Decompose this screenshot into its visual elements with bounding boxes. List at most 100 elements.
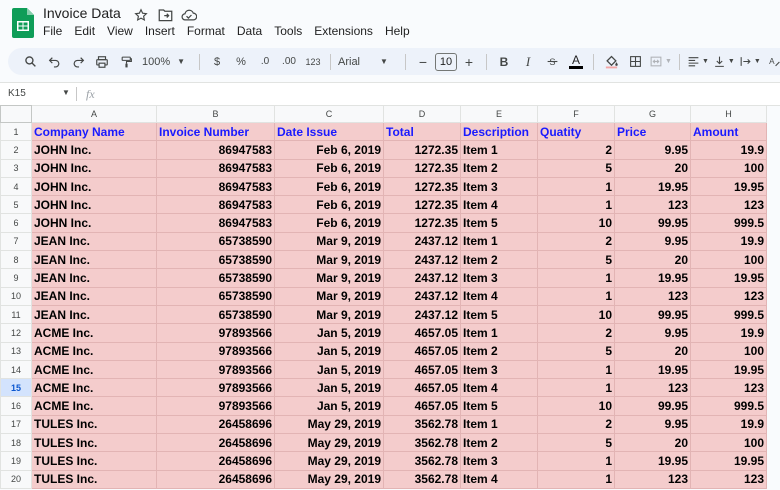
cell[interactable]: 20	[614, 250, 691, 270]
cell[interactable]: Item 4	[460, 286, 538, 306]
cell[interactable]: 2	[537, 231, 615, 252]
column-title-cell[interactable]: Amount	[690, 121, 767, 142]
cell[interactable]: Item 1	[460, 231, 538, 252]
row-header[interactable]: 2	[0, 140, 32, 160]
font-size-input[interactable]: 10	[435, 52, 457, 71]
row-header[interactable]: 19	[0, 451, 32, 471]
cell[interactable]: May 29, 2019	[274, 433, 384, 453]
cell[interactable]: 1	[537, 451, 615, 471]
cell[interactable]: 86947583	[156, 140, 275, 160]
column-header-d[interactable]: D	[383, 105, 461, 123]
cell[interactable]: JEAN Inc.	[31, 231, 157, 252]
cell[interactable]: 97893566	[156, 378, 275, 398]
cell[interactable]: JOHN Inc.	[31, 140, 157, 160]
cell[interactable]: JOHN Inc.	[31, 176, 157, 197]
cell[interactable]: 3562.78	[383, 469, 461, 489]
cell[interactable]: Item 1	[460, 414, 538, 435]
cell[interactable]: 100	[690, 250, 767, 270]
move-folder-icon[interactable]	[157, 7, 173, 23]
cell[interactable]: JOHN Inc.	[31, 158, 157, 178]
cell[interactable]: 2	[537, 323, 615, 343]
cell[interactable]: ACME Inc.	[31, 341, 157, 361]
row-header[interactable]: 16	[0, 396, 32, 416]
row-header[interactable]: 13	[0, 341, 32, 361]
row-header[interactable]: 4	[0, 176, 32, 197]
cell[interactable]: 65738590	[156, 286, 275, 306]
cell[interactable]: 19.95	[614, 176, 691, 197]
cell[interactable]: 123	[614, 469, 691, 489]
cell[interactable]: Item 3	[460, 359, 538, 380]
cell[interactable]: 19.95	[690, 176, 767, 197]
cell[interactable]: TULES Inc.	[31, 414, 157, 435]
cell[interactable]: 2	[537, 414, 615, 435]
cell[interactable]: 1272.35	[383, 176, 461, 197]
cell[interactable]: 19.9	[690, 140, 767, 160]
cell[interactable]: 86947583	[156, 195, 275, 215]
column-header-c[interactable]: C	[274, 105, 384, 123]
menu-help[interactable]: Help	[385, 24, 410, 38]
cell[interactable]: Feb 6, 2019	[274, 195, 384, 215]
cell[interactable]: 4657.05	[383, 396, 461, 416]
cell[interactable]: ACME Inc.	[31, 323, 157, 343]
cell[interactable]: 5	[537, 158, 615, 178]
cell[interactable]: TULES Inc.	[31, 451, 157, 471]
column-header-f[interactable]: F	[537, 105, 615, 123]
cell[interactable]: Jan 5, 2019	[274, 359, 384, 380]
cell[interactable]: 19.95	[690, 268, 767, 288]
row-header[interactable]: 15	[0, 378, 32, 398]
cell[interactable]: 9.95	[614, 140, 691, 160]
cell[interactable]: 1	[537, 359, 615, 380]
row-header[interactable]: 17	[0, 414, 32, 435]
menu-format[interactable]: Format	[187, 24, 225, 38]
cell[interactable]: Feb 6, 2019	[274, 158, 384, 178]
column-header-a[interactable]: A	[31, 105, 157, 123]
cell[interactable]: 99.95	[614, 304, 691, 325]
cell[interactable]: 1	[537, 469, 615, 489]
menu-insert[interactable]: Insert	[145, 24, 175, 38]
cell[interactable]: Item 4	[460, 195, 538, 215]
cell[interactable]: 1272.35	[383, 140, 461, 160]
sheets-logo-icon[interactable]	[12, 8, 34, 38]
cell[interactable]: 9.95	[614, 231, 691, 252]
cell[interactable]: 123	[614, 286, 691, 306]
cell[interactable]: 1	[537, 195, 615, 215]
cell[interactable]: Item 5	[460, 213, 538, 233]
cell[interactable]: ACME Inc.	[31, 396, 157, 416]
cell[interactable]: 10	[537, 304, 615, 325]
cell[interactable]: JOHN Inc.	[31, 213, 157, 233]
cell[interactable]: 99.95	[614, 396, 691, 416]
cell[interactable]: 5	[537, 250, 615, 270]
cell[interactable]: Jan 5, 2019	[274, 341, 384, 361]
select-all-corner[interactable]	[0, 105, 32, 123]
cell[interactable]: 9.95	[614, 323, 691, 343]
column-header-b[interactable]: B	[156, 105, 275, 123]
cell[interactable]: JEAN Inc.	[31, 250, 157, 270]
cell[interactable]: 19.95	[614, 359, 691, 380]
menu-file[interactable]: File	[43, 24, 62, 38]
print-icon[interactable]	[92, 51, 112, 73]
cell[interactable]: 65738590	[156, 304, 275, 325]
zoom-select[interactable]: 100% ▼	[140, 51, 192, 73]
cell[interactable]: Item 4	[460, 469, 538, 489]
cell[interactable]: 19.95	[690, 451, 767, 471]
cell[interactable]: 5	[537, 433, 615, 453]
cell[interactable]: Mar 9, 2019	[274, 268, 384, 288]
cell[interactable]: 999.5	[690, 213, 767, 233]
cell[interactable]: 123	[690, 195, 767, 215]
cell[interactable]: 3562.78	[383, 451, 461, 471]
cell[interactable]: 4657.05	[383, 378, 461, 398]
undo-icon[interactable]	[44, 51, 64, 73]
cell[interactable]: JOHN Inc.	[31, 195, 157, 215]
row-header[interactable]: 5	[0, 195, 32, 215]
cell[interactable]: 4657.05	[383, 341, 461, 361]
cell[interactable]: 123	[690, 378, 767, 398]
cell[interactable]: 9.95	[614, 414, 691, 435]
cell[interactable]: 100	[690, 433, 767, 453]
cell[interactable]: 123	[614, 378, 691, 398]
cell[interactable]: JEAN Inc.	[31, 268, 157, 288]
cell[interactable]: 97893566	[156, 341, 275, 361]
cell[interactable]: Item 3	[460, 176, 538, 197]
row-header[interactable]: 1	[0, 121, 32, 142]
cell[interactable]: 65738590	[156, 268, 275, 288]
row-header[interactable]: 14	[0, 359, 32, 380]
